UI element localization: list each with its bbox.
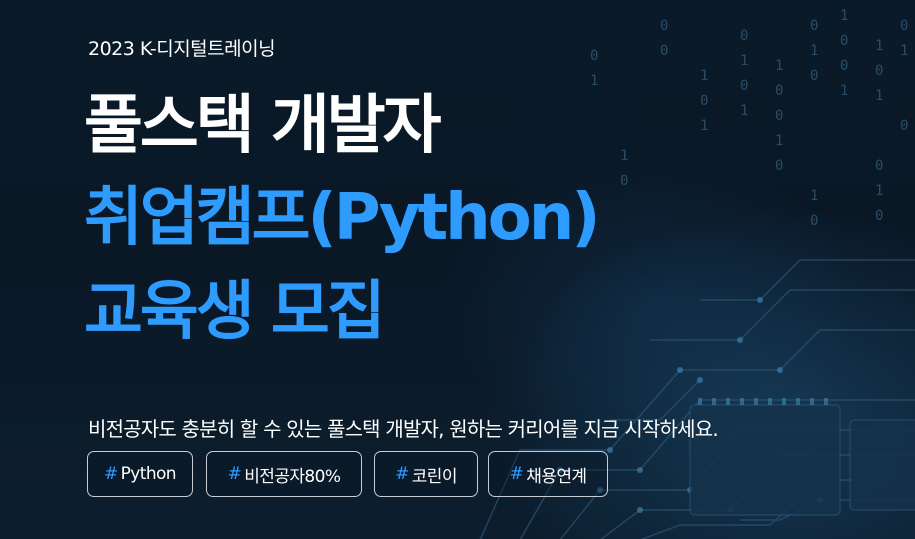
svg-text:0: 0 — [875, 208, 883, 224]
svg-text:0: 0 — [900, 118, 908, 134]
svg-text:1: 1 — [875, 88, 883, 104]
svg-text:1: 1 — [875, 183, 883, 199]
svg-text:0: 0 — [810, 213, 818, 229]
svg-text:0: 0 — [810, 68, 818, 84]
tag-non-major[interactable]: # 비전공자80% — [206, 451, 362, 497]
svg-text:1: 1 — [875, 38, 883, 54]
svg-text:1: 1 — [740, 53, 748, 69]
svg-text:1: 1 — [700, 68, 708, 84]
svg-text:0: 0 — [775, 83, 783, 99]
svg-text:0: 0 — [840, 58, 848, 74]
svg-text:0: 0 — [740, 28, 748, 44]
tag-beginner-coder[interactable]: # 코린이 — [374, 451, 478, 497]
tag-label: 비전공자80% — [244, 466, 341, 487]
headline-line-1: 풀스택 개발자 — [84, 89, 442, 163]
hash-symbol: # — [395, 464, 409, 484]
svg-text:0: 0 — [620, 173, 628, 189]
svg-text:1: 1 — [740, 103, 748, 119]
tag-label: 채용연계 — [526, 466, 587, 487]
svg-text:0: 0 — [875, 63, 883, 79]
svg-text:1: 1 — [590, 73, 598, 89]
svg-text:1: 1 — [810, 43, 818, 59]
svg-text:1: 1 — [700, 118, 708, 134]
svg-text:0: 0 — [660, 43, 668, 59]
svg-text:0: 0 — [775, 108, 783, 124]
tag-label: 코린이 — [411, 466, 458, 487]
svg-text:1: 1 — [810, 188, 818, 204]
svg-text:1: 1 — [840, 8, 848, 24]
program-year-label: 2023 K-디지털트레이닝 — [88, 38, 276, 60]
tag-job-linkage[interactable]: # 채용연계 — [488, 451, 608, 497]
hash-symbol: # — [509, 464, 524, 484]
subtitle: 비전공자도 충분히 할 수 있는 풀스택 개발자, 원하는 커리어를 지금 시작… — [88, 417, 719, 441]
svg-text:0: 0 — [875, 158, 883, 174]
hash-symbol: # — [227, 464, 242, 484]
svg-text:0: 0 — [810, 18, 818, 34]
svg-text:0: 0 — [900, 18, 908, 34]
headline-line-3: 교육생 모집 — [84, 275, 386, 349]
svg-text:1: 1 — [775, 133, 783, 149]
svg-text:0: 0 — [590, 48, 598, 64]
svg-text:0: 0 — [700, 93, 708, 109]
svg-text:0: 0 — [840, 33, 848, 49]
svg-text:1: 1 — [840, 83, 848, 99]
svg-text:0: 0 — [775, 158, 783, 174]
tag-python[interactable]: # Python — [87, 451, 193, 497]
svg-text:1: 1 — [620, 148, 628, 164]
recruitment-banner: 00 101 0101 10010 01010 1001 101010 010 … — [0, 0, 915, 539]
svg-text:1: 1 — [900, 43, 908, 59]
svg-text:0: 0 — [660, 18, 668, 34]
headline-line-2: 취업캠프(Python) — [84, 181, 601, 255]
hash-symbol: # — [104, 464, 118, 484]
svg-text:1: 1 — [775, 58, 783, 74]
tag-label: Python — [120, 464, 177, 484]
svg-text:0: 0 — [740, 78, 748, 94]
